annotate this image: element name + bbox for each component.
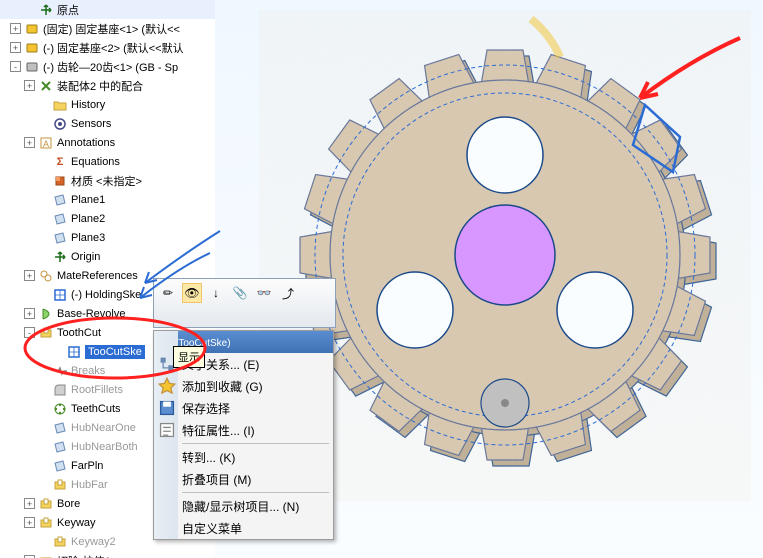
expand-icon[interactable]: -: [10, 61, 21, 72]
blank-icon: [158, 519, 176, 537]
context-menu-item[interactable]: 自定义菜单: [154, 517, 333, 539]
sensor-icon: [52, 116, 68, 132]
cut-icon: [38, 325, 54, 341]
plane-icon: [52, 420, 68, 436]
expand-icon[interactable]: +: [24, 80, 35, 91]
edit-sketch-icon[interactable]: ✏: [158, 283, 178, 303]
feat-icon: [38, 553, 54, 558]
fillet-icon: [52, 382, 68, 398]
context-menu-item[interactable]: 特征属性... (I): [154, 419, 333, 441]
save-icon: [158, 399, 176, 417]
rev-icon: [38, 306, 54, 322]
mat-icon: [52, 173, 68, 189]
tree-item[interactable]: Origin: [0, 247, 215, 266]
plane-icon: [52, 192, 68, 208]
blank-icon: [158, 448, 176, 466]
tree-item[interactable]: Plane1: [0, 190, 215, 209]
break-icon: [52, 363, 68, 379]
part-g-icon: [24, 59, 40, 75]
tooltip: 显示: [173, 346, 205, 368]
tree-item[interactable]: +(-) 固定基座<2> (默认<<默认: [0, 38, 215, 57]
tree-item[interactable]: 原点: [0, 0, 215, 19]
expand-icon[interactable]: +: [24, 517, 35, 528]
eq-icon: Σ: [52, 154, 68, 170]
plane-icon: [52, 230, 68, 246]
suppress-icon[interactable]: ↓: [206, 283, 226, 303]
tree-item[interactable]: History: [0, 95, 215, 114]
context-menu-item[interactable]: 保存选择: [154, 397, 333, 419]
attach-icon[interactable]: 📎: [230, 283, 250, 303]
mref-icon: [38, 268, 54, 284]
annot-icon: A: [38, 135, 54, 151]
origin-icon: [52, 249, 68, 265]
blank-icon: [158, 470, 176, 488]
context-menu-item[interactable]: 转到... (K): [154, 446, 333, 468]
context-menu-item[interactable]: 添加到收藏 (G): [154, 375, 333, 397]
menu-item-label: 添加到收藏 (G): [182, 378, 263, 395]
menu-item-label: 特征属性... (I): [182, 422, 255, 439]
tree-item[interactable]: Plane3: [0, 228, 215, 247]
menu-item-label: 自定义菜单: [182, 520, 242, 537]
folder-icon: [52, 97, 68, 113]
svg-text:A: A: [43, 139, 49, 149]
cut-icon: [38, 515, 54, 531]
plane-icon: [52, 211, 68, 227]
cut-icon: [52, 534, 68, 550]
tree-item[interactable]: +装配体2 中的配合: [0, 76, 215, 95]
svg-text:Σ: Σ: [57, 156, 64, 168]
sketch-icon: [52, 287, 68, 303]
context-toolbar[interactable]: ✏ 👁 ↓ 📎 👓 ⤴: [153, 278, 336, 328]
expand-icon[interactable]: +: [10, 42, 21, 53]
pattern-icon: [52, 401, 68, 417]
prop-icon: [158, 421, 176, 439]
tree-item[interactable]: +(固定) 固定基座<1> (默认<<: [0, 19, 215, 38]
glasses-icon[interactable]: 👓: [254, 283, 274, 303]
expand-icon[interactable]: +: [24, 308, 35, 319]
plane-icon: [52, 439, 68, 455]
part-y-icon: [24, 21, 40, 37]
eye-icon[interactable]: 👁: [182, 283, 202, 303]
context-menu-item[interactable]: 折叠项目 (M): [154, 468, 333, 490]
expand-icon[interactable]: +: [24, 270, 35, 281]
tree-item[interactable]: -(-) 齿轮—20齿<1> (GB - Sp: [0, 57, 215, 76]
tree-item[interactable]: +AAnnotations: [0, 133, 215, 152]
plane-icon: [52, 458, 68, 474]
rollback-icon[interactable]: ⤴: [278, 283, 298, 303]
expand-icon[interactable]: +: [24, 498, 35, 509]
tree-item[interactable]: Plane2: [0, 209, 215, 228]
expand-icon[interactable]: -: [24, 327, 35, 338]
menu-item-label: 转到... (K): [182, 449, 235, 466]
fav-icon: [158, 377, 176, 395]
menu-item-label: 隐藏/显示树项目... (N): [182, 498, 299, 515]
expand-icon[interactable]: +: [24, 137, 35, 148]
origin-icon: [38, 2, 54, 18]
menu-item-label: 折叠项目 (M): [182, 471, 251, 488]
cut-icon: [38, 496, 54, 512]
tree-item[interactable]: 材质 <未指定>: [0, 171, 215, 190]
tree-item[interactable]: +切除-拉伸1: [0, 551, 215, 558]
blank-icon: [158, 497, 176, 515]
cut-icon: [52, 477, 68, 493]
tree-item[interactable]: Sensors: [0, 114, 215, 133]
context-menu-item[interactable]: 隐藏/显示树项目... (N): [154, 495, 333, 517]
sketch-icon: [66, 344, 82, 360]
part-y-icon: [24, 40, 40, 56]
expand-icon[interactable]: +: [10, 23, 21, 34]
mates-icon: [38, 78, 54, 94]
tree-item[interactable]: ΣEquations: [0, 152, 215, 171]
menu-item-label: 保存选择: [182, 400, 230, 417]
